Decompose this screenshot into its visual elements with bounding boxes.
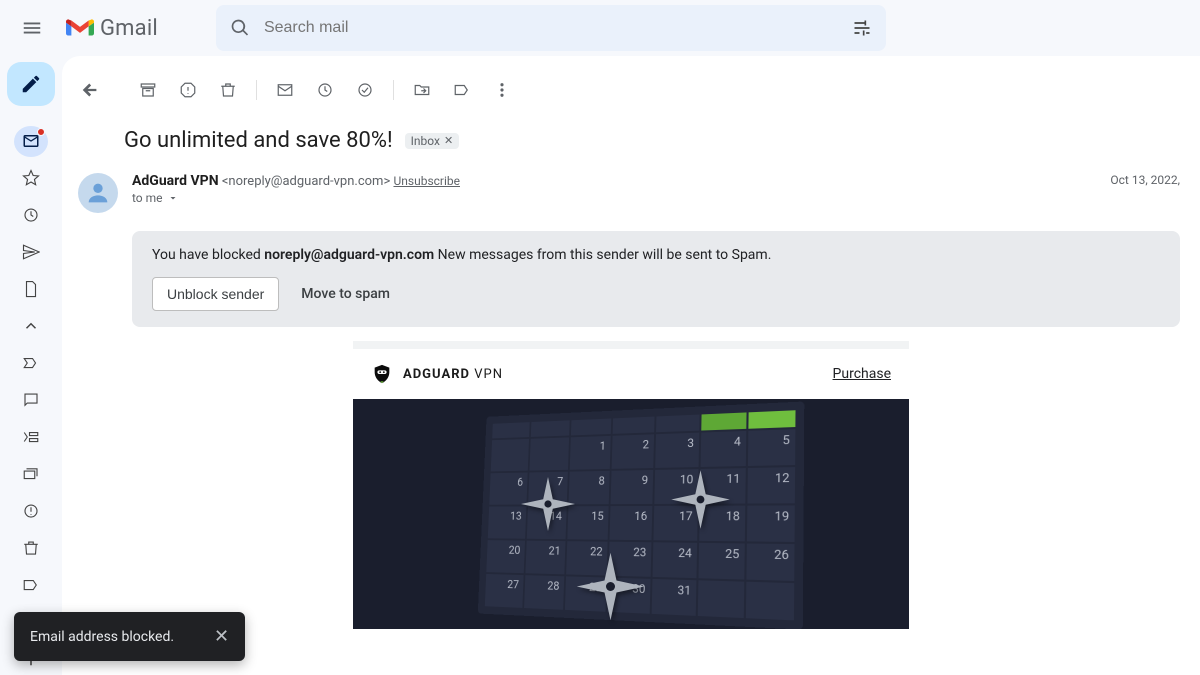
chevron-down-icon (167, 192, 179, 204)
trash-icon (22, 539, 40, 557)
sidebar-item-labels[interactable] (14, 570, 48, 601)
separator (256, 80, 257, 100)
compose-button[interactable] (7, 62, 55, 106)
search-icon (230, 18, 250, 38)
gmail-logo[interactable]: Gmail (56, 16, 168, 41)
archive-icon (139, 81, 157, 99)
email-subject: Go unlimited and save 80%! (124, 128, 393, 153)
move-to-button[interactable] (402, 70, 442, 110)
gmail-logo-icon (66, 17, 94, 39)
clock-icon (316, 81, 334, 99)
report-icon (179, 81, 197, 99)
sidebar-item-starred[interactable] (14, 163, 48, 194)
email-date: Oct 13, 2022, (1110, 173, 1180, 187)
more-vert-icon (493, 81, 511, 99)
remove-label-icon[interactable]: ✕ (444, 134, 453, 147)
sidebar-item-allmail[interactable] (14, 459, 48, 490)
unblock-sender-button[interactable]: Unblock sender (152, 277, 279, 311)
clock-icon (22, 206, 40, 224)
main-menu-button[interactable] (8, 4, 56, 52)
sidebar-item-trash[interactable] (14, 533, 48, 564)
label-icon (22, 576, 40, 594)
star-icon (22, 169, 40, 187)
spam-icon (22, 502, 40, 520)
pencil-icon (20, 73, 42, 95)
mark-unread-button[interactable] (265, 70, 305, 110)
back-button[interactable] (70, 70, 110, 110)
label-icon (453, 81, 471, 99)
sidebar-item-sent[interactable] (14, 237, 48, 268)
gmail-text: Gmail (100, 16, 158, 41)
snooze-button[interactable] (305, 70, 345, 110)
stacked-mail-icon (22, 465, 40, 483)
delete-button[interactable] (208, 70, 248, 110)
search-bar[interactable] (216, 5, 886, 51)
tune-icon[interactable] (852, 18, 872, 38)
shuriken-icon (573, 549, 648, 624)
search-input[interactable] (264, 19, 838, 37)
categories-icon (22, 428, 40, 446)
more-button[interactable] (482, 70, 522, 110)
sidebar-item-drafts[interactable] (14, 274, 48, 305)
sidebar-item-less[interactable] (14, 311, 48, 342)
important-icon (22, 354, 40, 372)
notification-dot (37, 128, 45, 136)
person-icon (84, 179, 112, 207)
blocked-message: You have blocked noreply@adguard-vpn.com… (152, 247, 1160, 263)
add-task-button[interactable] (345, 70, 385, 110)
label-chip[interactable]: Inbox✕ (405, 133, 460, 149)
adguard-logo-icon (371, 363, 393, 385)
recipient-dropdown[interactable]: to me (132, 191, 1110, 205)
toast-message: Email address blocked. (30, 629, 174, 645)
sender-email: <noreply@adguard-vpn.com> (222, 174, 390, 189)
envelope-icon (276, 81, 294, 99)
sidebar-item-spam[interactable] (14, 496, 48, 527)
blocked-sender-banner: You have blocked noreply@adguard-vpn.com… (132, 231, 1180, 327)
separator (393, 80, 394, 100)
report-spam-button[interactable] (168, 70, 208, 110)
trash-icon (219, 81, 237, 99)
brand-logo: ADGUARD VPN (371, 363, 503, 385)
sender-avatar[interactable] (78, 173, 118, 213)
archive-button[interactable] (128, 70, 168, 110)
sidebar (0, 56, 62, 675)
sidebar-item-inbox[interactable] (14, 126, 48, 157)
email-view: Go unlimited and save 80%! Inbox✕ AdGuar… (62, 56, 1200, 675)
sidebar-item-categories[interactable] (14, 422, 48, 453)
sent-icon (22, 243, 40, 261)
chevron-up-icon (22, 317, 40, 335)
shuriken-icon (668, 467, 733, 532)
sidebar-item-important[interactable] (14, 348, 48, 379)
purchase-link[interactable]: Purchase (833, 366, 891, 382)
menu-icon (21, 17, 43, 39)
file-icon (22, 280, 40, 298)
chat-icon (22, 391, 40, 409)
move-to-spam-button[interactable]: Move to spam (301, 286, 390, 302)
app-header: Gmail (0, 0, 1200, 56)
labels-button[interactable] (442, 70, 482, 110)
sender-name: AdGuard VPN (132, 173, 219, 189)
toast-close-button[interactable]: ✕ (214, 626, 229, 647)
arrow-left-icon (81, 81, 99, 99)
hero-image: 1234567891011121314151617181920212223242… (353, 399, 909, 629)
unsubscribe-link[interactable]: Unsubscribe (393, 174, 460, 188)
toast-notification: Email address blocked. ✕ (14, 612, 245, 661)
email-body: ADGUARD VPN Purchase 1234567891011121314… (353, 341, 909, 629)
sidebar-item-chats[interactable] (14, 385, 48, 416)
sidebar-item-snoozed[interactable] (14, 200, 48, 231)
toolbar (62, 66, 1200, 114)
task-icon (356, 81, 374, 99)
inbox-icon (22, 132, 40, 150)
folder-move-icon (413, 81, 431, 99)
shuriken-icon (518, 474, 578, 534)
